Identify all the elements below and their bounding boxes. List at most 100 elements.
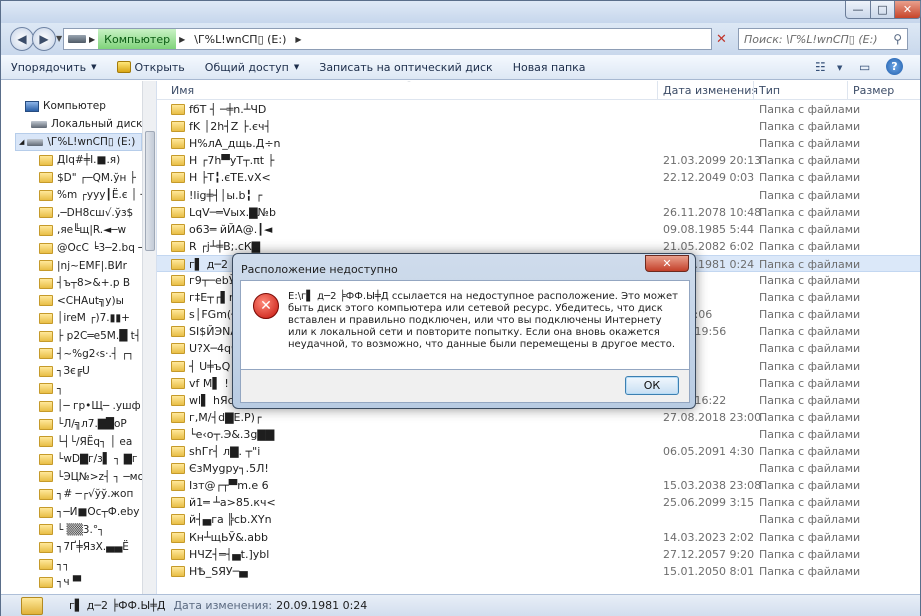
table-row[interactable]: !lig╪┤│ы.b╏ ┌ Папка с файлами	[157, 187, 920, 204]
nav-folder-item[interactable]: ├ р2C═e5M.█ t┤	[39, 327, 141, 345]
navigation-pane: Компьютер Локальный диск (C:) ◢ \Г%L!wnСП…	[1, 81, 156, 594]
preview-pane-icon[interactable]: ▭	[859, 60, 870, 74]
folder-icon	[171, 240, 185, 252]
ok-button[interactable]: ОК	[625, 376, 679, 395]
nav-folder-label: │─ гр•Щ─ .ушф	[57, 400, 141, 413]
folder-icon	[171, 394, 185, 406]
nav-folder-item[interactable]: |nj~EMF|.ВИr	[39, 257, 127, 275]
nav-folder-item[interactable]: ┐ч ▀	[39, 573, 81, 591]
breadcrumb-chevron-icon[interactable]: ▶	[89, 35, 95, 44]
nav-computer[interactable]: Компьютер	[25, 97, 106, 115]
table-row[interactable]: й1═ ┴а>85.кч< 25.06.2099 3:15 Папка с файл…	[157, 494, 920, 511]
nav-folder-item[interactable]: └ЭЦ№>z┤ ┐ ─мо	[39, 468, 144, 486]
view-options-icon[interactable]: ☷	[815, 60, 826, 74]
table-row[interactable]: НѢ_ЅЯУ─▄ 15.01.2050 8:01 Папка с файлами	[157, 563, 920, 580]
nav-folder-item[interactable]: ┤ъ┬8>&+.р В	[39, 274, 130, 292]
nav-folder-label: ,─DH8сш√.ўз$	[57, 206, 134, 219]
breadcrumb-drive[interactable]: \Г%L!wnСП▯ (E:)	[188, 29, 292, 49]
nav-folder-item[interactable]: ┐─И■Ос┬Ф.eby	[39, 503, 140, 521]
folder-icon	[171, 565, 185, 577]
folder-icon	[171, 189, 185, 201]
minimize-button[interactable]: —	[845, 1, 871, 19]
open-button[interactable]: Открыть	[107, 57, 195, 78]
file-date: 21.05.2082 6:02	[663, 239, 755, 253]
breadcrumb-chevron-icon[interactable]: ▶	[295, 35, 301, 44]
new-folder-button[interactable]: Новая папка	[503, 57, 596, 78]
help-icon[interactable]: ?	[886, 58, 903, 75]
nav-scroll-thumb[interactable]	[145, 131, 155, 251]
table-row[interactable]: ѕhГr┤ л▇. ┬"i 06.05.2091 4:30 Папка с файл…	[157, 443, 920, 460]
file-type: Папка с файлами	[759, 308, 861, 322]
nav-folder-item[interactable]: ┐Зє╔U	[39, 362, 90, 380]
file-name: НѢ_ЅЯУ─▄	[189, 564, 248, 578]
dialog-close-button[interactable]: ✕	[645, 255, 689, 272]
table-row[interactable]: H%лА_дщь.Д÷n Папка с файлами	[157, 135, 920, 152]
forward-button[interactable]: ▶	[32, 27, 56, 51]
nav-folder-item[interactable]: ┤~%g2‹ѕ·.┤ ┌┐	[39, 345, 134, 363]
search-icon[interactable]: ⚲	[893, 32, 902, 46]
nav-folder-item[interactable]: $D" ┌─QM.ўн ├	[39, 169, 136, 187]
file-name: !lig╪┤│ы.b╏ ┌	[189, 188, 263, 202]
nav-folder-item[interactable]: │─ гр•Щ─ .ушф	[39, 397, 141, 415]
column-name[interactable]: Имя	[171, 84, 194, 97]
nav-folder-item[interactable]: ┐	[39, 380, 63, 398]
nav-scrollbar[interactable]	[142, 81, 156, 594]
table-row[interactable]: й┤▄гa ╠cb.XYn Папка с файлами	[157, 511, 920, 528]
breadcrumb-chevron-icon[interactable]: ▶	[179, 35, 185, 44]
table-row[interactable]: Iзт@┌┬▀m.е 6 15.03.2038 23:08 Папка с файл…	[157, 477, 920, 494]
file-name: о63═ йЙА@.┃◄	[189, 222, 273, 236]
nav-folder-item[interactable]: ┐# ─┌√ўў.жоп	[39, 485, 133, 503]
column-divider[interactable]	[657, 81, 658, 100]
table-row[interactable]: fK │2h┤Z ├.єч┤ Папка с файлами	[157, 118, 920, 135]
table-row[interactable]: fбТ ┤ ─╪n.┴ЧD Папка с файлами	[157, 101, 920, 118]
nav-folder-item[interactable]: %m ┌ууу┃Ё.є │ ┤	[39, 186, 147, 204]
nav-drive-e[interactable]: ◢ \Г%L!wnСП▯ (E:)	[15, 133, 142, 151]
file-type: Папка с файлами	[759, 530, 861, 544]
stop-icon[interactable]: ✕	[716, 32, 727, 47]
table-row[interactable]: LqV─═Vых.▇№b 26.11.2078 10:48 Папка с файл…	[157, 204, 920, 221]
nav-folder-label: ┐# ─┌√ўў.жоп	[57, 488, 134, 501]
maximize-button[interactable]: □	[870, 1, 895, 19]
folder-icon	[39, 383, 53, 395]
arrow-left-icon: ◀	[17, 32, 27, 46]
table-row[interactable]: H ├T╏.єТЕ.vX< 22.12.2049 0:03 Папка с файл…	[157, 169, 920, 186]
nav-folder-item[interactable]: │ireM ┌)7.▮▮+	[39, 309, 130, 327]
column-size[interactable]: Размер	[853, 84, 894, 97]
table-row[interactable]: H ┌7h▀уТ┬.πt ├ 21.03.2099 20:13 Папка с фа…	[157, 152, 920, 169]
organize-button[interactable]: Упорядочить ▼	[1, 57, 107, 78]
table-row[interactable]: о63═ йЙА@.┃◄ 09.08.1985 5:44 Папка с файла…	[157, 221, 920, 238]
file-type: Папка с файлами	[759, 171, 861, 185]
recent-pages-chevron-icon[interactable]: ▼	[56, 34, 62, 43]
nav-folder-item[interactable]: ┐7Ґ╪ЯзХ.▄▄Ё	[39, 538, 129, 556]
nav-folder-item[interactable]: ,─DH8сш√.ўз$	[39, 204, 133, 222]
column-divider[interactable]	[753, 81, 754, 100]
table-row[interactable]: ЄзМygpу┐.5Л! Папка с файлами	[157, 460, 920, 477]
nav-folder-item[interactable]: ┐┐	[39, 556, 70, 574]
breadcrumb-computer[interactable]: Компьютер	[98, 29, 177, 49]
nav-folder-item[interactable]: ДIq#╪Ⅰ.■.я)	[39, 151, 120, 169]
view-caret-down-icon[interactable]: ▼	[837, 64, 842, 72]
nav-folder-item[interactable]: └┤└/ЯЁq┐ │ еа	[39, 433, 132, 451]
file-type: Папка с файлами	[759, 393, 861, 407]
column-date[interactable]: Дата изменения	[663, 84, 758, 97]
file-name-cell: й┤▄гa ╠cb.XYn	[171, 513, 641, 526]
table-row[interactable]: Кн┴щЬЎ&.abb 14.03.2023 2:02 Папка с файлам…	[157, 529, 920, 546]
nav-folder-item[interactable]: @ОсС ╘3─2.bq ─	[39, 239, 145, 257]
column-type[interactable]: Тип	[759, 84, 780, 97]
address-input[interactable]: ▶ Компьютер ▶ \Г%L!wnСП▯ (E:) ▶ ▼	[63, 28, 769, 50]
nav-folder-item[interactable]: ,яе╚щ|R.◄─w	[39, 221, 126, 239]
nav-folder-item[interactable]: <CHAut╗у)ы	[39, 292, 124, 310]
search-input[interactable]: Поиск: \Г%L!wnСП▯ (E:) ⚲	[738, 28, 908, 50]
table-row[interactable]: г,М/┤d▇Е.Р)┌ 27.08.2018 23:00 Папка с файл…	[157, 409, 920, 426]
back-button[interactable]: ◀	[10, 27, 34, 51]
nav-local-disk[interactable]: Локальный диск (C:)	[31, 115, 156, 133]
burn-disc-button[interactable]: Записать на оптический диск	[309, 57, 502, 78]
nav-folder-item[interactable]: └Л/╗л7.▇█оР	[39, 415, 127, 433]
table-row[interactable]: └е‹о┬.Э&.3g▇▇ Папка с файлами	[157, 426, 920, 443]
nav-folder-item[interactable]: └wD▇г/з▌ ┐ ▇г	[39, 450, 137, 468]
column-divider[interactable]	[847, 81, 848, 100]
table-row[interactable]: НЧZ┤═┤▄t.]ybl 27.12.2057 9:20 Папка с файл…	[157, 546, 920, 563]
close-window-button[interactable]: ✕	[894, 1, 921, 19]
nav-folder-item[interactable]: └ ▒▒3.°┐	[39, 521, 104, 539]
share-button[interactable]: Общий доступ ▼	[195, 57, 309, 78]
